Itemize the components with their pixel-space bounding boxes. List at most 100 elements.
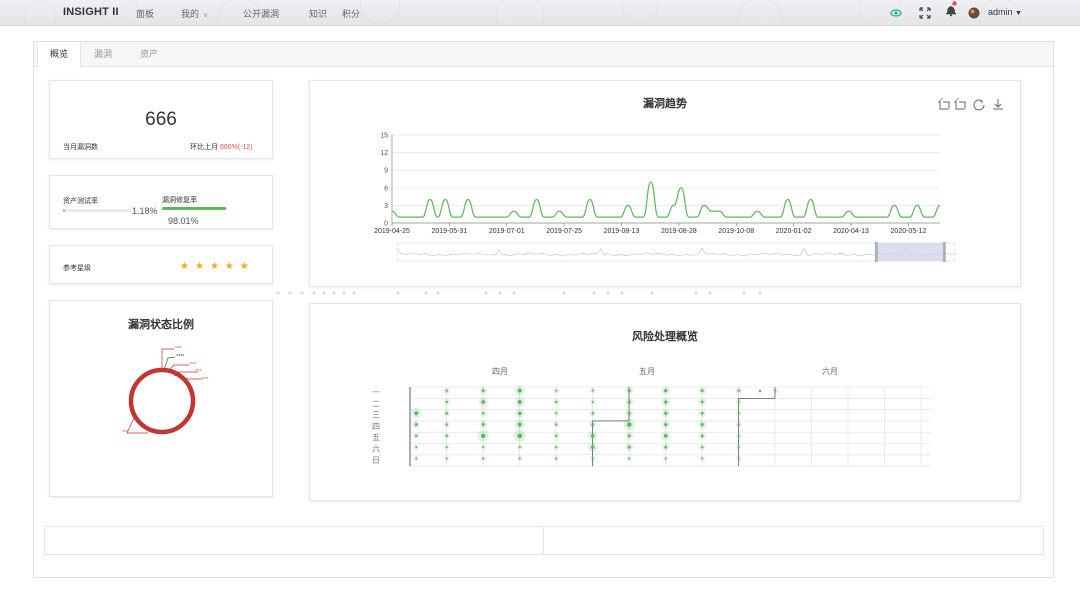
- user-menu[interactable]: admin ▼: [988, 7, 1022, 17]
- avatar[interactable]: [967, 5, 981, 19]
- risk-dot: [481, 423, 485, 427]
- star-icon: ★: [224, 261, 240, 272]
- status-label-4: ***: [195, 369, 202, 375]
- bottom-card-left: [44, 526, 544, 555]
- x-tick-label: 2020-05-12: [891, 228, 927, 235]
- risk-dot: [555, 457, 558, 460]
- risk-dot: [591, 400, 594, 403]
- risk-dot: [664, 445, 668, 449]
- risk-dot: [701, 457, 704, 460]
- eye-icon[interactable]: [890, 5, 902, 19]
- risk-dot: [737, 423, 740, 426]
- risk-dot: [701, 445, 704, 449]
- risk-dot: [518, 457, 521, 460]
- x-tick-label: 2019-07-01: [489, 228, 525, 235]
- risk-dot: [415, 446, 418, 449]
- tab-vulns[interactable]: 漏洞: [82, 42, 124, 67]
- asset-test-bar-track: [63, 209, 131, 212]
- risk-dot: [664, 389, 668, 393]
- risk-dot: [445, 389, 448, 392]
- y-tick-label: 0: [384, 221, 388, 228]
- fullscreen-icon[interactable]: [919, 5, 931, 19]
- x-tick-label: 2019-04-25: [374, 228, 410, 235]
- risk-dot: [591, 412, 594, 415]
- status-panel: 漏洞状态比例 *** **** *** *** *** ***: [49, 300, 273, 497]
- tab-overview[interactable]: 概览: [37, 42, 82, 68]
- asset-test-label: 资产测试率: [63, 198, 98, 205]
- risk-dot: [700, 400, 704, 404]
- status-label-1: ***: [175, 346, 182, 352]
- status-label-6: ***: [122, 430, 129, 436]
- risk-dot: [664, 411, 668, 415]
- risk-dot: [626, 422, 632, 427]
- weekday-label: 五: [372, 433, 380, 442]
- x-tick-label: 2019-10-08: [718, 228, 754, 235]
- trend-panel: 漏洞趋势 0 3 6 9 12 15 2019-04-25 2019-05-31 2019-07…: [309, 80, 1021, 287]
- x-tick-label: 2019-07-25: [546, 228, 582, 235]
- x-tick-label: 2019-08-28: [661, 228, 697, 235]
- risk-dot: [700, 422, 704, 427]
- risk-dot: [445, 434, 448, 438]
- tab-assets[interactable]: 资产: [128, 42, 170, 67]
- risk-dot: [627, 411, 631, 415]
- fix-rate-bar-track: [162, 207, 227, 210]
- risk-dot: [481, 400, 486, 404]
- risk-dot: [414, 411, 419, 416]
- risk-dot: [555, 389, 558, 392]
- risk-dot: [481, 433, 486, 439]
- nav-points[interactable]: 积分: [342, 7, 360, 20]
- nav-knowledge[interactable]: 知识: [309, 7, 327, 20]
- y-tick-label: 3: [384, 203, 388, 210]
- risk-dot: [414, 423, 418, 427]
- weekday-label: 日: [372, 456, 380, 465]
- rating-label: 参考星级: [63, 265, 91, 272]
- risk-dot: [517, 388, 522, 393]
- risk-dot: [591, 457, 594, 460]
- rates-panel: 资产测试率 1.18% 漏洞修复率 98.01%: [49, 175, 273, 229]
- y-tick-label: 6: [384, 185, 388, 192]
- nav-mine[interactable]: 我的 ∨: [181, 7, 208, 20]
- risk-dot: [555, 400, 558, 404]
- risk-dot: [664, 400, 668, 404]
- risk-dot: [627, 445, 631, 449]
- weekday-label: 四: [372, 422, 380, 431]
- tab-vulns-label: 漏洞: [94, 49, 113, 59]
- risk-dot: [517, 422, 522, 427]
- caret-down-icon: ▼: [1015, 10, 1022, 17]
- risk-dot: [481, 389, 485, 393]
- risk-dot: [445, 400, 448, 404]
- y-tick-label: 9: [384, 168, 388, 175]
- brand-logo[interactable]: INSIGHT II: [63, 6, 119, 18]
- risk-dot: [555, 412, 558, 415]
- notification-dot: [952, 1, 957, 6]
- risk-dot: [445, 457, 448, 460]
- risk-dot: [482, 412, 485, 415]
- asset-test-value: 1.18%: [132, 206, 158, 216]
- risk-dot: [590, 434, 595, 438]
- nav-public-vulns[interactable]: 公开漏洞: [243, 7, 279, 20]
- x-tick-label: 2019-05-31: [431, 228, 467, 235]
- star-icon: ★: [209, 261, 225, 272]
- nav-public-vulns-label: 公开漏洞: [243, 9, 280, 19]
- header-pattern: [23, 0, 1021, 26]
- nav-dashboard[interactable]: 面板: [136, 7, 154, 20]
- trend-series-line: [391, 181, 941, 218]
- star-rating: ★★★★★: [180, 261, 255, 272]
- nav-knowledge-label: 知识: [309, 9, 328, 19]
- risk-dot: [415, 457, 418, 460]
- bell-icon[interactable]: [944, 1, 958, 17]
- risk-dot: [664, 457, 667, 460]
- star-icon: ★: [239, 261, 255, 272]
- nav-mine-label: 我的: [181, 9, 200, 19]
- fix-rate-bar-fill: [162, 207, 226, 210]
- risk-dot: [627, 389, 631, 393]
- asset-test-bar-fill: [63, 209, 66, 212]
- risk-dot: [737, 457, 740, 460]
- star-icon: ★: [194, 261, 210, 272]
- risk-dot: [591, 423, 595, 426]
- risk-dot: [555, 446, 558, 449]
- risk-dot: [737, 389, 740, 392]
- carousel-dots: [276, 291, 762, 295]
- mom-comparison: 环比上月 666%(-12): [190, 142, 253, 152]
- x-tick-label: 2020-04-13: [833, 228, 869, 235]
